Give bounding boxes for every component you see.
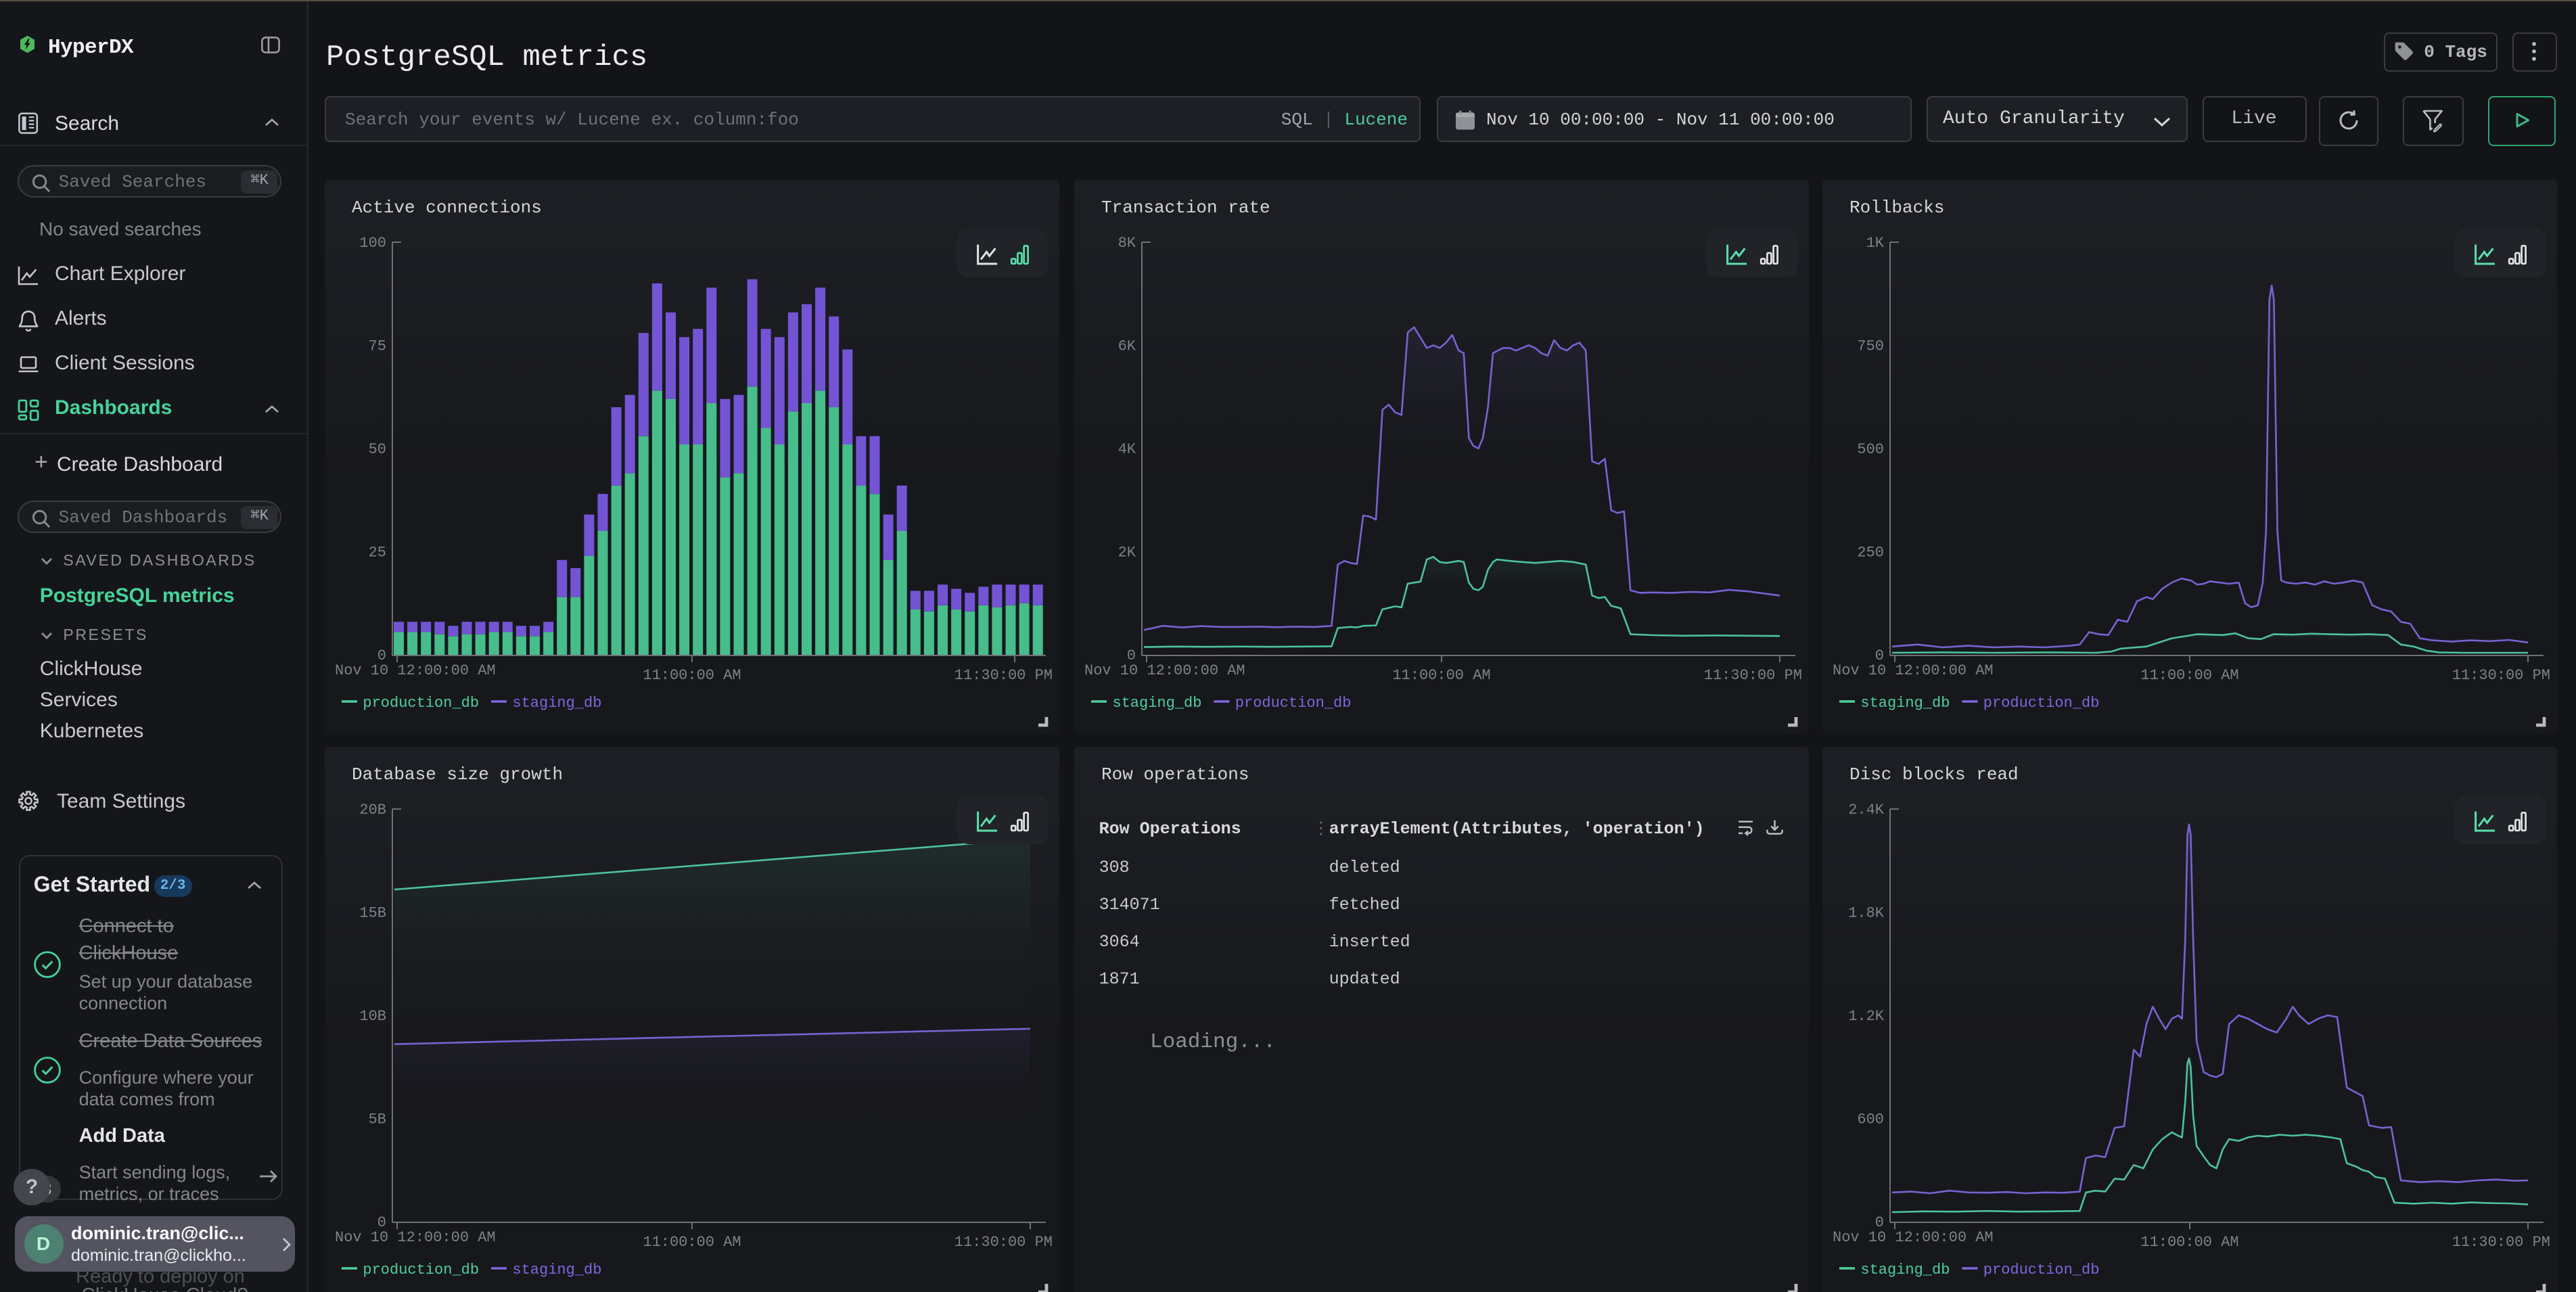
svg-text:staging_db: staging_db <box>512 1262 601 1278</box>
svg-text:Disc blocks read: Disc blocks read <box>1849 764 2019 785</box>
svg-text:Database size growth: Database size growth <box>352 764 563 785</box>
svg-text:314071: 314071 <box>1099 895 1159 915</box>
svg-text:50: 50 <box>369 440 386 457</box>
svg-text:Nov 10 12:00:00 AM: Nov 10 12:00:00 AM <box>1833 662 1994 678</box>
svg-text:Nov 10 12:00:00 AM: Nov 10 12:00:00 AM <box>1833 1229 1994 1246</box>
svg-text:308: 308 <box>1099 858 1129 877</box>
svg-text:production_db: production_db <box>363 1262 479 1278</box>
svg-text:600: 600 <box>1857 1111 1884 1128</box>
svg-text:arrayElement(Attributes, 'oper: arrayElement(Attributes, 'operation') <box>1329 819 1704 839</box>
svg-text:⋮: ⋮ <box>1312 819 1329 839</box>
svg-text:Rollbacks: Rollbacks <box>1849 197 1944 217</box>
svg-text:2K: 2K <box>1118 544 1136 561</box>
svg-text:3064: 3064 <box>1099 932 1139 952</box>
svg-text:Loading...: Loading... <box>1149 1030 1275 1054</box>
svg-text:11:30:00 PM: 11:30:00 PM <box>954 666 1053 683</box>
svg-text:production_db: production_db <box>1235 694 1351 711</box>
svg-text:11:30:00 PM: 11:30:00 PM <box>2452 666 2550 683</box>
svg-text:Active connections: Active connections <box>352 197 542 217</box>
svg-text:4K: 4K <box>1118 440 1136 457</box>
svg-text:11:00:00 AM: 11:00:00 AM <box>643 1234 741 1251</box>
svg-text:11:30:00 PM: 11:30:00 PM <box>1703 666 1801 683</box>
svg-text:8K: 8K <box>1118 234 1136 251</box>
svg-text:Nov 10 12:00:00 AM: Nov 10 12:00:00 AM <box>335 662 496 678</box>
svg-text:staging_db: staging_db <box>512 694 601 711</box>
svg-text:production_db: production_db <box>1983 1262 2100 1278</box>
svg-text:100: 100 <box>359 234 386 251</box>
svg-text:11:00:00 AM: 11:00:00 AM <box>643 666 741 683</box>
svg-text:fetched: fetched <box>1329 895 1400 915</box>
svg-text:11:00:00 AM: 11:00:00 AM <box>2140 1234 2238 1251</box>
svg-text:1K: 1K <box>1866 234 1885 251</box>
svg-text:production_db: production_db <box>1983 694 2100 711</box>
svg-text:Row operations: Row operations <box>1101 764 1248 785</box>
svg-text:Nov 10 12:00:00 AM: Nov 10 12:00:00 AM <box>1084 662 1245 678</box>
svg-text:11:30:00 PM: 11:30:00 PM <box>2452 1234 2550 1251</box>
svg-text:10B: 10B <box>359 1008 386 1025</box>
svg-text:500: 500 <box>1857 440 1884 457</box>
svg-text:20B: 20B <box>359 802 386 818</box>
svg-text:25: 25 <box>369 544 386 561</box>
svg-text:1.8K: 1.8K <box>1848 905 1885 922</box>
svg-text:11:00:00 AM: 11:00:00 AM <box>2140 666 2238 683</box>
svg-text:Nov 10 12:00:00 AM: Nov 10 12:00:00 AM <box>335 1229 496 1246</box>
svg-text:production_db: production_db <box>363 694 479 711</box>
svg-text:11:30:00 PM: 11:30:00 PM <box>954 1234 1053 1251</box>
svg-text:250: 250 <box>1857 544 1884 561</box>
svg-text:staging_db: staging_db <box>1860 694 1950 711</box>
svg-text:Row Operations: Row Operations <box>1099 819 1241 839</box>
svg-text:deleted: deleted <box>1329 858 1400 877</box>
svg-text:inserted: inserted <box>1329 932 1410 952</box>
svg-text:staging_db: staging_db <box>1860 1262 1950 1278</box>
svg-text:6K: 6K <box>1118 338 1136 354</box>
svg-text:1871: 1871 <box>1099 969 1139 989</box>
svg-text:750: 750 <box>1857 338 1884 354</box>
svg-text:2.4K: 2.4K <box>1848 802 1885 818</box>
svg-text:staging_db: staging_db <box>1111 694 1201 711</box>
svg-text:15B: 15B <box>359 905 386 922</box>
svg-text:Transaction rate: Transaction rate <box>1101 197 1270 217</box>
svg-text:5B: 5B <box>369 1111 386 1128</box>
svg-text:75: 75 <box>369 338 386 354</box>
svg-text:1.2K: 1.2K <box>1848 1008 1885 1025</box>
svg-text:11:00:00 AM: 11:00:00 AM <box>1392 666 1490 683</box>
svg-text:updated: updated <box>1329 969 1400 989</box>
